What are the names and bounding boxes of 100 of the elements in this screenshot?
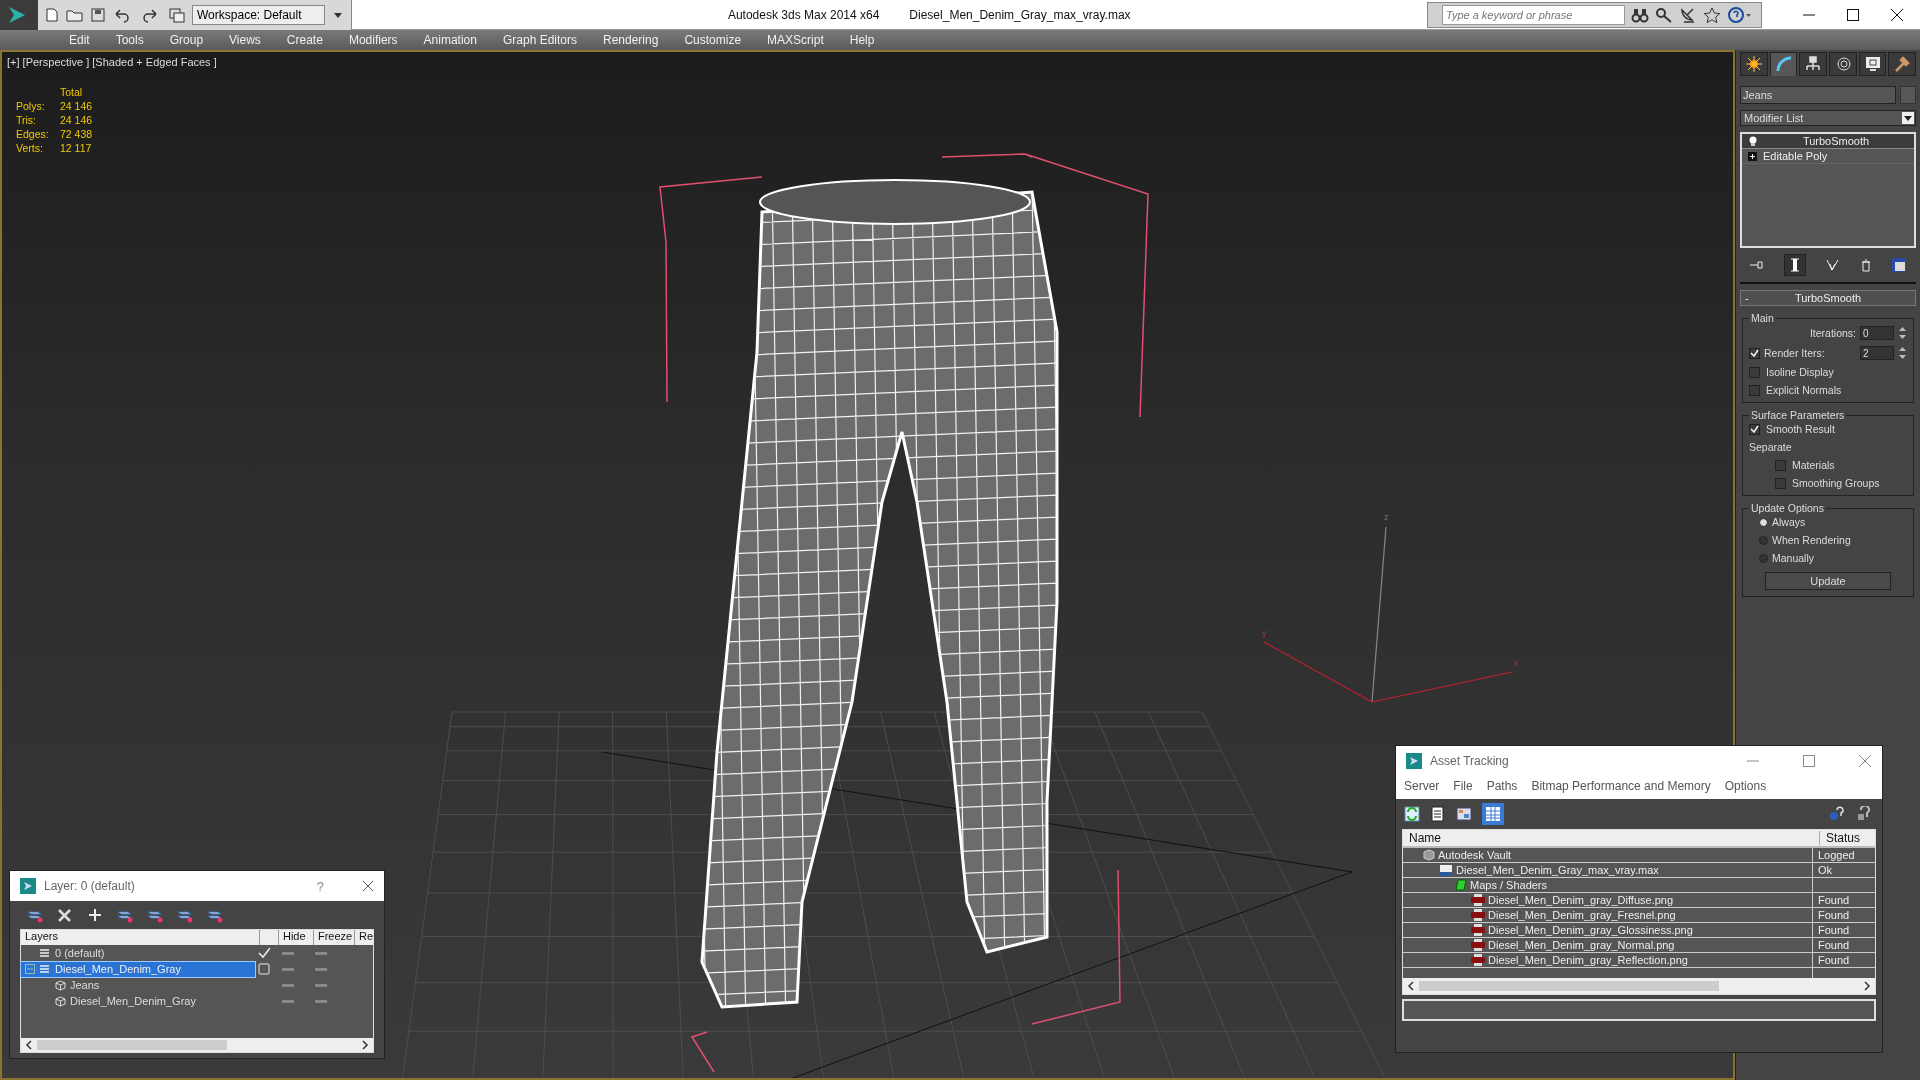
radio-button[interactable] [1759, 535, 1768, 545]
checkbox[interactable] [1749, 366, 1760, 378]
menu-item[interactable]: Paths [1486, 779, 1518, 793]
menu-item[interactable]: Graph Editors [489, 33, 590, 47]
checkbox[interactable] [1749, 384, 1760, 396]
show-end-result-icon[interactable] [1784, 254, 1807, 276]
checkmark-icon[interactable] [258, 947, 270, 959]
expand-icon[interactable] [1748, 151, 1757, 161]
rollout-header[interactable]: - TurboSmooth [1740, 290, 1916, 306]
save-icon[interactable] [90, 6, 106, 23]
menu-item[interactable]: Create [273, 33, 336, 47]
layer-row[interactable]: Jeans [21, 977, 255, 993]
object-name-field[interactable]: Jeans [1740, 86, 1896, 104]
caret-icon[interactable] [1902, 112, 1914, 124]
app-logo-icon[interactable] [0, 0, 38, 30]
checkbox[interactable] [1749, 347, 1760, 359]
radio-button[interactable] [1759, 553, 1768, 563]
menu-item[interactable]: Customize [671, 33, 755, 47]
hide-toggle[interactable] [282, 951, 294, 955]
freeze-toggle[interactable] [315, 983, 327, 987]
checkbox[interactable] [1775, 459, 1786, 471]
horizontal-scrollbar[interactable] [21, 1038, 373, 1052]
checkbox[interactable] [1775, 477, 1786, 489]
hide-toggle[interactable] [282, 999, 294, 1003]
pin-icon[interactable] [1749, 258, 1766, 272]
column-header[interactable]: Layers [21, 930, 260, 945]
menu-item[interactable]: Tools [102, 33, 157, 47]
modifier-stack-item[interactable]: TurboSmooth [1742, 134, 1914, 149]
layer-row[interactable]: 0 (default) [21, 945, 255, 961]
jeans-wireframe-drawing[interactable] [700, 179, 1059, 1009]
freeze-toggle[interactable] [315, 967, 327, 971]
column-header[interactable]: Hide [278, 930, 314, 945]
object-color-swatch[interactable] [1900, 86, 1916, 104]
asset-name[interactable]: Diesel_Men_Denim_gray_Diffuse.png [1488, 894, 1674, 906]
stat-value: 72 438 [60, 128, 93, 140]
iterations-spinner[interactable]: 0 [1860, 326, 1894, 340]
thumbnail-view-icon[interactable] [1456, 806, 1472, 822]
menu-item[interactable]: Animation [410, 33, 490, 47]
asset-name[interactable]: Diesel_Men_Denim_Gray_max_vray.max [1456, 864, 1659, 876]
path-field[interactable] [1402, 999, 1876, 1021]
list-icon[interactable] [1430, 806, 1446, 822]
column-header[interactable]: Freeze [313, 930, 355, 945]
menu-item[interactable]: Help [836, 33, 888, 47]
star-icon[interactable] [1703, 6, 1721, 23]
new-file-icon[interactable] [44, 6, 60, 23]
checkbox[interactable] [1749, 423, 1760, 435]
hierarchy-tab[interactable] [1799, 52, 1827, 76]
column-header[interactable]: Status [1820, 831, 1875, 845]
horizontal-scrollbar[interactable] [1403, 978, 1875, 994]
checkbox-label: Explicit Normals [1766, 384, 1842, 396]
asset-name[interactable]: Diesel_Men_Denim_gray_Fresnel.png [1488, 909, 1676, 921]
column-header[interactable]: Name [1403, 831, 1820, 845]
search-field[interactable]: Type a keyword or phrase [1442, 4, 1625, 25]
menu-item[interactable]: Bitmap Performance and Memory [1531, 779, 1711, 793]
menu-item[interactable]: Views [216, 33, 274, 47]
maximize-icon[interactable] [1846, 7, 1860, 22]
modify-tab[interactable] [1769, 52, 1798, 76]
motion-tab[interactable] [1829, 52, 1857, 76]
create-tab[interactable] [1740, 52, 1768, 76]
spinner-arrows-icon[interactable] [1898, 326, 1907, 340]
menu-item[interactable]: Rendering [590, 33, 672, 47]
help-button[interactable]: ? [316, 878, 324, 894]
spinner-arrows-icon[interactable] [1898, 346, 1907, 360]
freeze-toggle[interactable] [315, 951, 327, 955]
hide-toggle[interactable] [282, 983, 294, 987]
menu-item[interactable]: Modifiers [335, 33, 411, 47]
refresh-icon[interactable] [1404, 806, 1420, 822]
menu-item[interactable]: Group [156, 33, 217, 47]
render-iters-spinner[interactable]: 2 [1860, 346, 1894, 360]
radio-button[interactable] [1759, 517, 1768, 527]
hide-toggle[interactable] [282, 967, 294, 971]
asset-name[interactable]: Diesel_Men_Denim_gray_Normal.png [1488, 939, 1675, 951]
menu-item[interactable]: MAXScript [754, 33, 837, 47]
modifier-list-dropdown[interactable]: Modifier List [1740, 110, 1916, 126]
viewport-label[interactable]: [+] [Perspective ] [Shaded + Edged Faces ] [7, 56, 217, 68]
menu-item[interactable]: Edit [56, 33, 103, 47]
lightbulb-icon[interactable] [1748, 135, 1758, 147]
asset-name[interactable]: Maps / Shaders [1470, 879, 1548, 891]
add-icon[interactable] [86, 907, 104, 923]
delete-icon[interactable] [56, 907, 74, 923]
asset-name[interactable]: Diesel_Men_Denim_gray_Glossiness.png [1488, 924, 1693, 936]
asset-name[interactable]: Autodesk Vault [1438, 849, 1512, 861]
table-view-icon[interactable] [1482, 803, 1504, 825]
trash-icon[interactable] [1859, 258, 1872, 272]
project-folder-icon[interactable] [168, 6, 186, 23]
layer-row[interactable]: Diesel_Men_Denim_Gray [21, 961, 255, 977]
binoculars-icon[interactable] [1631, 6, 1649, 23]
close-icon[interactable] [1890, 7, 1904, 22]
modifier-stack-item[interactable]: Editable Poly [1742, 149, 1914, 164]
update-button[interactable]: Update [1765, 572, 1891, 590]
utilities-tab[interactable] [1888, 52, 1917, 76]
display-tab[interactable] [1858, 52, 1887, 76]
layer-row[interactable]: Diesel_Men_Denim_Gray [21, 993, 255, 1009]
menu-item[interactable]: File [1453, 779, 1473, 793]
asset-name[interactable]: Diesel_Men_Denim_gray_Reflection.png [1488, 954, 1688, 966]
column-header[interactable]: Re [354, 930, 373, 945]
menu-item[interactable]: Server [1404, 779, 1440, 793]
close-icon[interactable] [362, 880, 374, 892]
workspace-dropdown[interactable]: Workspace: Default [192, 4, 325, 25]
freeze-toggle[interactable] [315, 999, 327, 1003]
